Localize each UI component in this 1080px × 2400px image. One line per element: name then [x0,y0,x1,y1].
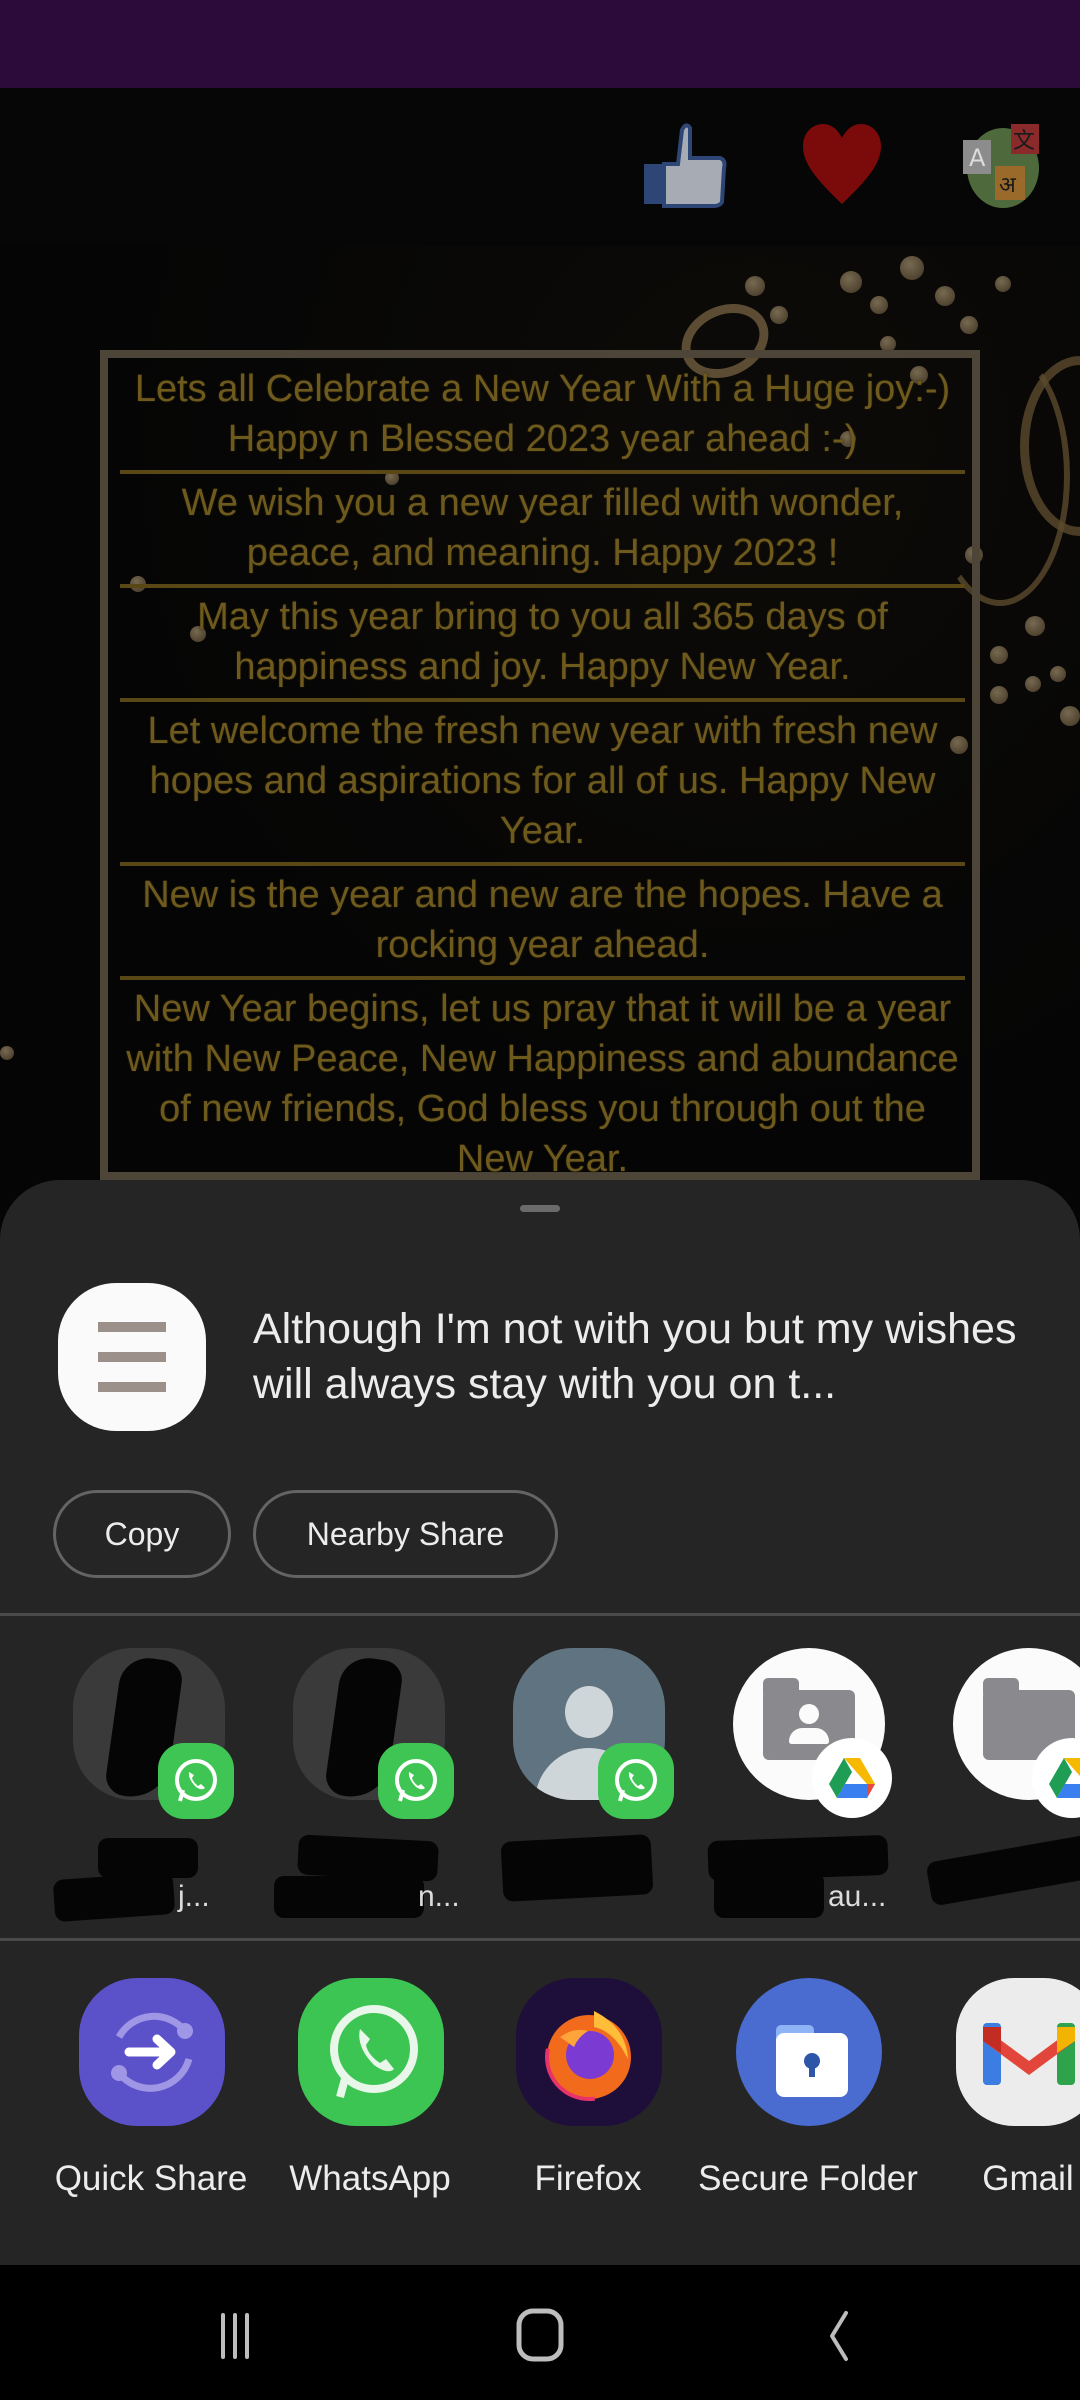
app-label: Secure Folder [698,2159,918,2198]
wish-text: New is the year and new are the hopes. H… [120,866,965,980]
secure-folder-icon [736,1978,882,2126]
copy-button[interactable]: Copy [53,1490,231,1578]
wish-text: New Year begins, let us pray that it wil… [120,980,965,1194]
favorite-button[interactable] [797,120,887,210]
whatsapp-badge-icon [598,1743,674,1819]
recents-icon [221,2313,249,2359]
home-icon [516,2308,564,2362]
wish-text: We wish you a new year filled with wonde… [120,474,965,588]
app-label: WhatsApp [289,2159,451,2198]
status-bar [0,0,1080,88]
direct-share-target[interactable]: n... [268,1648,468,1928]
translate-button[interactable]: A 文 अ [955,120,1045,210]
whatsapp-icon [298,1978,444,2126]
text-document-icon [58,1283,206,1431]
heart-icon [803,124,881,204]
svg-text:A: A [969,144,986,172]
redacted-contact-name: n... [268,1834,468,1918]
wish-text: Lets all Celebrate a New Year With a Hug… [120,360,965,474]
quick-share-icon [79,1978,225,2126]
google-drive-badge-icon [812,1738,892,1818]
wish-text: Let welcome the fresh new year with fres… [120,702,965,866]
svg-text:अ: अ [999,173,1017,198]
redacted-contact-name: j... [48,1838,248,1923]
app-target-firefox[interactable]: Firefox [478,1978,698,2248]
back-icon [830,2311,848,2361]
nearby-share-button[interactable]: Nearby Share [253,1490,558,1578]
divider [0,1938,1080,1941]
direct-share-target[interactable]: j... [48,1648,248,1928]
gmail-icon [956,1978,1080,2126]
redacted-contact-name [925,1833,1080,1918]
app-target-secure-folder[interactable]: Secure Folder [698,1978,918,2248]
direct-share-target[interactable] [925,1648,1080,1928]
thumbs-up-icon [644,123,727,208]
whatsapp-badge-icon [158,1743,234,1819]
app-target-whatsapp[interactable]: WhatsApp [260,1978,480,2248]
svg-text:文: 文 [1013,129,1035,154]
screen: A 文 अ Lets all Celebrate a New Year With… [0,0,1080,2400]
app-label: Quick Share [54,2159,248,2198]
redacted-contact-name: au... [707,1834,908,1918]
app-label: Firefox [534,2159,642,2198]
back-button[interactable] [790,2300,890,2370]
recents-button[interactable] [185,2300,285,2370]
wish-text: May this year bring to you all 365 days … [120,588,965,702]
like-button[interactable] [640,120,730,210]
app-toolbar [0,88,1080,246]
whatsapp-badge-icon [378,1743,454,1819]
app-target-quick-share[interactable]: Quick Share [41,1978,261,2248]
direct-share-target[interactable]: au... [707,1648,908,1928]
firefox-icon [516,1978,662,2126]
divider [0,1613,1080,1616]
home-button[interactable] [487,2300,587,2370]
app-label: Gmail [982,2159,1074,2198]
translate-icon: A 文 अ [963,124,1039,208]
shared-text-preview: Although I'm not with you but my wishes … [253,1305,1017,1408]
greeting-wishes-list: Lets all Celebrate a New Year With a Hug… [120,360,965,1194]
direct-share-target[interactable] [488,1648,688,1928]
sheet-drag-handle[interactable] [520,1205,560,1212]
redacted-contact-name [488,1834,688,1918]
app-target-gmail[interactable]: Gmail [918,1978,1080,2248]
